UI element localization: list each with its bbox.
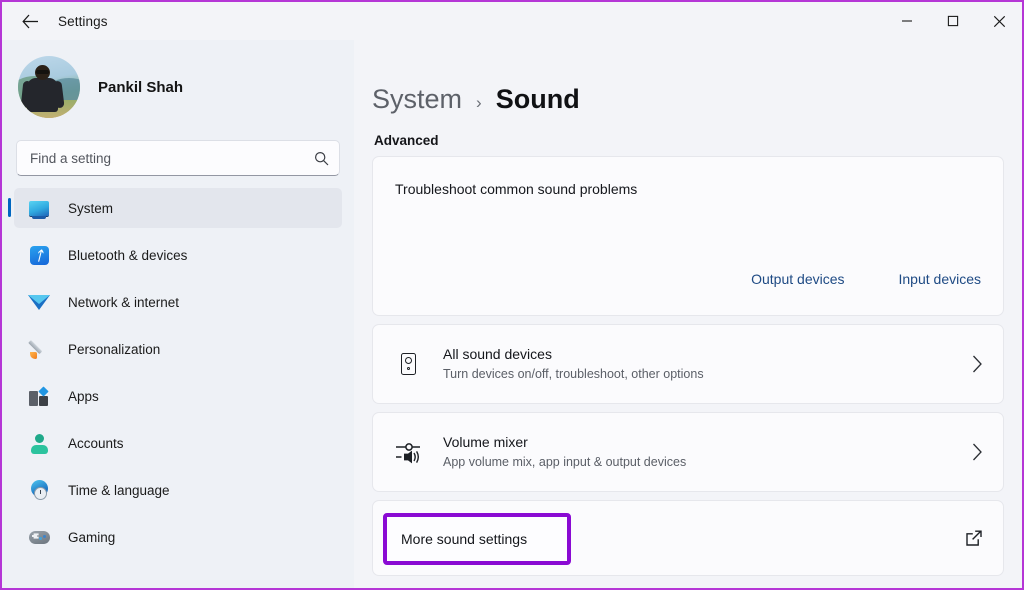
sidebar-item-accounts[interactable]: Accounts xyxy=(14,423,342,463)
volume-mixer-row[interactable]: Volume mixer App volume mix, app input &… xyxy=(373,413,1003,491)
globe-clock-icon xyxy=(28,479,50,501)
sidebar-item-bluetooth-devices[interactable]: ᛏ Bluetooth & devices xyxy=(14,235,342,275)
sidebar-item-label: Accounts xyxy=(68,436,124,451)
sidebar-item-personalization[interactable]: Personalization xyxy=(14,329,342,369)
sidebar-item-time-language[interactable]: Time & language xyxy=(14,470,342,510)
row-title: Volume mixer xyxy=(443,432,972,452)
breadcrumb: System › Sound xyxy=(372,84,1004,115)
paintbrush-icon xyxy=(28,338,50,360)
sidebar-item-label: Personalization xyxy=(68,342,160,357)
bluetooth-icon: ᛏ xyxy=(28,244,50,266)
troubleshoot-card: Troubleshoot common sound problems Outpu… xyxy=(372,156,1004,316)
chevron-right-icon xyxy=(972,355,983,373)
breadcrumb-parent[interactable]: System xyxy=(372,84,462,115)
sidebar-item-label: Network & internet xyxy=(68,295,179,310)
minimize-icon xyxy=(901,15,913,27)
close-button[interactable] xyxy=(976,2,1022,40)
sidebar-item-label: Bluetooth & devices xyxy=(68,248,187,263)
close-icon xyxy=(993,15,1006,28)
profile-section[interactable]: Pankil Shah xyxy=(2,40,354,134)
sidebar-item-apps[interactable]: Apps xyxy=(14,376,342,416)
window-controls xyxy=(884,2,1022,40)
sidebar-item-label: Time & language xyxy=(68,483,170,498)
maximize-icon xyxy=(947,15,959,27)
row-subtitle: App volume mix, app input & output devic… xyxy=(443,453,972,472)
output-devices-link[interactable]: Output devices xyxy=(751,271,844,287)
all-sound-devices-row[interactable]: All sound devices Turn devices on/off, t… xyxy=(373,325,1003,403)
highlight-annotation-box: More sound settings xyxy=(383,513,571,565)
back-arrow-icon xyxy=(22,14,39,29)
more-sound-settings-row[interactable]: More sound settings xyxy=(373,501,965,575)
row-title: All sound devices xyxy=(443,344,972,364)
section-label-advanced: Advanced xyxy=(374,133,1004,148)
sidebar-item-gaming[interactable]: Gaming xyxy=(14,517,342,557)
input-devices-link[interactable]: Input devices xyxy=(899,271,982,287)
search-box[interactable] xyxy=(16,140,340,176)
all-sound-devices-card: All sound devices Turn devices on/off, t… xyxy=(372,324,1004,404)
chevron-right-icon xyxy=(972,443,983,461)
person-icon xyxy=(28,432,50,454)
profile-name: Pankil Shah xyxy=(98,79,183,96)
sidebar-item-label: Apps xyxy=(68,389,99,404)
sidebar-item-network-internet[interactable]: Network & internet xyxy=(14,282,342,322)
gamepad-icon xyxy=(28,526,50,548)
window-title: Settings xyxy=(58,14,108,29)
more-sound-settings-label[interactable]: More sound settings xyxy=(401,531,527,547)
external-link-icon[interactable] xyxy=(965,529,983,547)
apps-icon xyxy=(28,385,50,407)
more-sound-settings-card: More sound settings xyxy=(372,500,1004,576)
troubleshoot-text: Troubleshoot common sound problems xyxy=(395,181,981,197)
minimize-button[interactable] xyxy=(884,2,930,40)
chevron-right-icon: › xyxy=(476,93,482,113)
sidebar-item-label: Gaming xyxy=(68,530,115,545)
row-subtitle: Turn devices on/off, troubleshoot, other… xyxy=(443,365,972,384)
volume-mixer-card: Volume mixer App volume mix, app input &… xyxy=(372,412,1004,492)
search-input[interactable] xyxy=(30,151,314,166)
title-bar: Settings xyxy=(2,2,1022,40)
sidebar-item-label: System xyxy=(68,201,113,216)
maximize-button[interactable] xyxy=(930,2,976,40)
speaker-icon xyxy=(395,351,421,377)
page-title: Sound xyxy=(496,84,580,115)
sidebar-nav: System ᛏ Bluetooth & devices Network & i… xyxy=(2,188,354,588)
monitor-icon xyxy=(28,197,50,219)
volume-mixer-icon xyxy=(395,439,421,465)
sidebar: Pankil Shah System ᛏ Bluetooth & devices xyxy=(2,40,354,588)
back-button[interactable] xyxy=(8,4,52,38)
avatar xyxy=(18,56,80,118)
search-icon[interactable] xyxy=(314,151,329,166)
sidebar-item-system[interactable]: System xyxy=(14,188,342,228)
main-content: System › Sound Advanced Troubleshoot com… xyxy=(354,40,1022,588)
wifi-icon xyxy=(28,291,50,313)
